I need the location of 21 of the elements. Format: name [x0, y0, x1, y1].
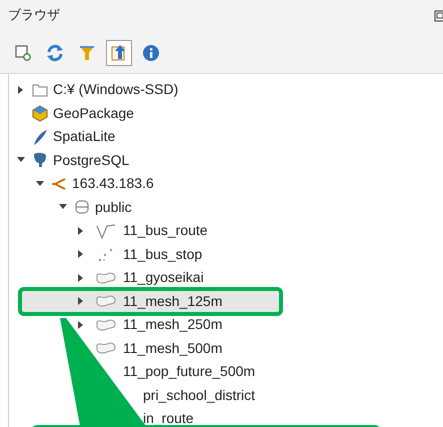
tree-item[interactable]: 11_bus_stop: [123, 244, 202, 265]
line-layer-icon: [95, 222, 117, 240]
tree-item[interactable]: 11_bus_route: [123, 220, 208, 242]
panel-title: ブラウザ: [8, 7, 60, 26]
database-icon: [73, 198, 91, 216]
tree-item[interactable]: 11_mesh_500m: [123, 338, 222, 359]
tree-item[interactable]: 11_mesh_250m: [123, 314, 222, 336]
arrow-up-icon[interactable]: [106, 40, 132, 66]
undock-icon[interactable]: [434, 10, 443, 22]
tree-item[interactable]: SpatiaLite: [53, 126, 116, 148]
feather-icon: [31, 128, 49, 146]
tree-item[interactable]: C:¥ (Windows-SSD): [53, 79, 178, 100]
tree-item[interactable]: PostgreSQL: [53, 150, 130, 171]
tree-item[interactable]: 11_gyoseikai: [123, 267, 204, 288]
tree-item[interactable]: 11_pop_future_500m: [123, 361, 256, 382]
tree-item[interactable]: public: [95, 196, 132, 218]
tree-item[interactable]: 11_mesh_125m: [123, 290, 222, 312]
package-icon: [31, 104, 49, 122]
tree-item[interactable]: pri_school_district: [143, 384, 256, 406]
tree-item[interactable]: 163.43.183.6: [72, 173, 154, 194]
tree-item[interactable]: GeoPackage: [53, 102, 134, 124]
